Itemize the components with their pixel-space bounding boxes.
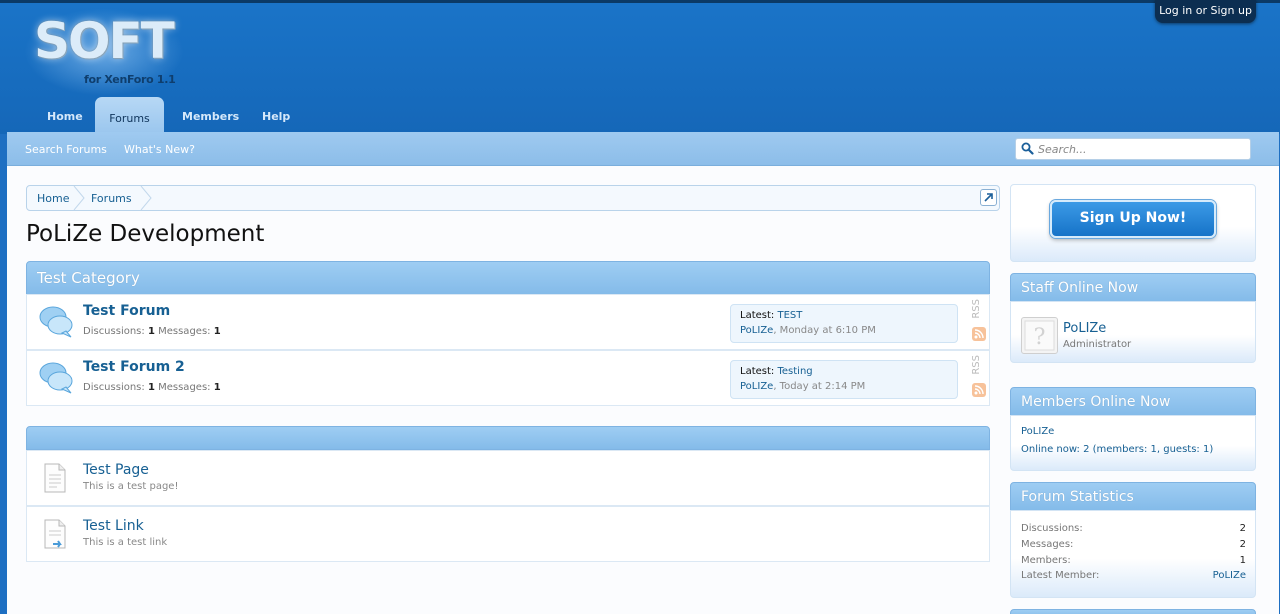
rss-label: RSS <box>971 355 982 375</box>
breadcrumb-home[interactable]: Home <box>37 192 69 205</box>
link-description: This is a test link <box>83 537 168 548</box>
latest-post-box: Latest: Testing PoLIZe, Today at 2:14 PM <box>730 360 958 399</box>
stat-value-messages: 2 <box>1239 539 1246 550</box>
external-arrow-icon <box>984 193 993 202</box>
breadcrumb-separator-icon <box>73 186 85 210</box>
forum-statistics-header: Forum Statistics <box>1010 482 1256 511</box>
speech-bubbles-icon <box>39 362 73 394</box>
messages-label: Messages: <box>158 326 211 337</box>
discussions-count: 1 <box>147 382 155 393</box>
forum-title[interactable]: Test Forum 2 <box>83 359 185 375</box>
latest-thread-link[interactable]: Testing <box>777 366 812 377</box>
stat-label-members: Members: <box>1021 555 1071 566</box>
link-document-icon <box>44 519 66 549</box>
page-description: This is a test page! <box>83 481 179 492</box>
search-box[interactable] <box>1015 138 1251 160</box>
online-member-link[interactable]: PoLIZe <box>1021 426 1054 437</box>
discussions-label: Discussions: <box>83 382 145 393</box>
tab-members[interactable]: Members <box>182 110 239 123</box>
next-sidebar-block <box>1010 609 1256 614</box>
latest-time: , Today at 2:14 PM <box>773 381 866 392</box>
rss-icon[interactable] <box>972 383 986 397</box>
page-row: Test Page This is a test page! <box>26 450 990 506</box>
forum-row: Test Forum 2 Discussions: 1 Messages: 1 … <box>26 350 990 406</box>
latest-time: , Monday at 6:10 PM <box>773 325 876 336</box>
tab-help[interactable]: Help <box>262 110 290 123</box>
speech-bubbles-icon <box>39 306 73 338</box>
signup-button[interactable]: Sign Up Now! <box>1050 200 1216 238</box>
messages-count: 1 <box>213 326 221 337</box>
stat-label-latest-member: Latest Member: <box>1021 570 1100 581</box>
forum-stats: Discussions: 1 Messages: 1 <box>83 382 221 393</box>
members-online-header: Members Online Now <box>1010 387 1256 416</box>
stat-label-messages: Messages: <box>1021 539 1074 550</box>
latest-thread-link[interactable]: TEST <box>777 310 802 321</box>
members-online-block <box>1010 415 1256 471</box>
tab-home[interactable]: Home <box>47 110 83 123</box>
messages-label: Messages: <box>158 382 211 393</box>
staff-online-header: Staff Online Now <box>1010 273 1256 302</box>
stat-label-discussions: Discussions: <box>1021 523 1083 534</box>
whats-new-link[interactable]: What's New? <box>124 143 195 156</box>
link-title[interactable]: Test Link <box>83 518 144 534</box>
search-input[interactable] <box>1038 141 1243 157</box>
staff-member-name[interactable]: PoLIZe <box>1063 321 1106 336</box>
search-forums-link[interactable]: Search Forums <box>25 143 107 156</box>
svg-text:?: ? <box>1034 325 1046 350</box>
forum-title[interactable]: Test Forum <box>83 303 170 319</box>
discussions-count: 1 <box>147 326 155 337</box>
breadcrumb-forums[interactable]: Forums <box>91 192 132 205</box>
forum-row: Test Forum Discussions: 1 Messages: 1 La… <box>26 294 990 350</box>
latest-member-link[interactable]: PoLIZe <box>1213 570 1246 581</box>
breadcrumb-separator-icon <box>140 186 152 210</box>
default-avatar-icon: ? <box>1024 320 1055 351</box>
staff-member-role: Administrator <box>1063 339 1132 350</box>
avatar[interactable]: ? <box>1021 317 1058 354</box>
rss-icon[interactable] <box>972 327 986 341</box>
site-logo-subtitle: for XenForo 1.1 <box>84 73 176 86</box>
latest-label: Latest: <box>740 366 775 377</box>
breadcrumb: Home Forums <box>26 185 1000 211</box>
forum-stats: Discussions: 1 Messages: 1 <box>83 326 221 337</box>
latest-label: Latest: <box>740 310 775 321</box>
category-header[interactable]: Test Category <box>26 261 990 295</box>
site-logo[interactable]: SOFT <box>34 16 175 66</box>
latest-user-link[interactable]: PoLIZe <box>740 381 773 392</box>
search-icon <box>1021 142 1034 155</box>
discussions-label: Discussions: <box>83 326 145 337</box>
page-title: PoLiZe Development <box>26 221 265 247</box>
rss-label: RSS <box>971 299 982 319</box>
stat-value-discussions: 2 <box>1239 523 1246 534</box>
online-now-summary[interactable]: Online now: 2 (members: 1, guests: 1) <box>1021 444 1213 455</box>
jump-menu-icon[interactable] <box>980 189 997 206</box>
tab-forums[interactable]: Forums <box>95 97 164 134</box>
page-row: Test Link This is a test link <box>26 506 990 562</box>
stat-value-members: 1 <box>1239 555 1246 566</box>
login-signup-button[interactable]: Log in or Sign up <box>1155 0 1256 23</box>
page-link[interactable]: Test Page <box>83 462 149 478</box>
latest-user-link[interactable]: PoLIZe <box>740 325 773 336</box>
messages-count: 1 <box>213 382 221 393</box>
latest-post-box: Latest: TEST PoLIZe, Monday at 6:10 PM <box>730 304 958 343</box>
document-icon <box>44 463 66 493</box>
pages-header <box>26 426 990 450</box>
